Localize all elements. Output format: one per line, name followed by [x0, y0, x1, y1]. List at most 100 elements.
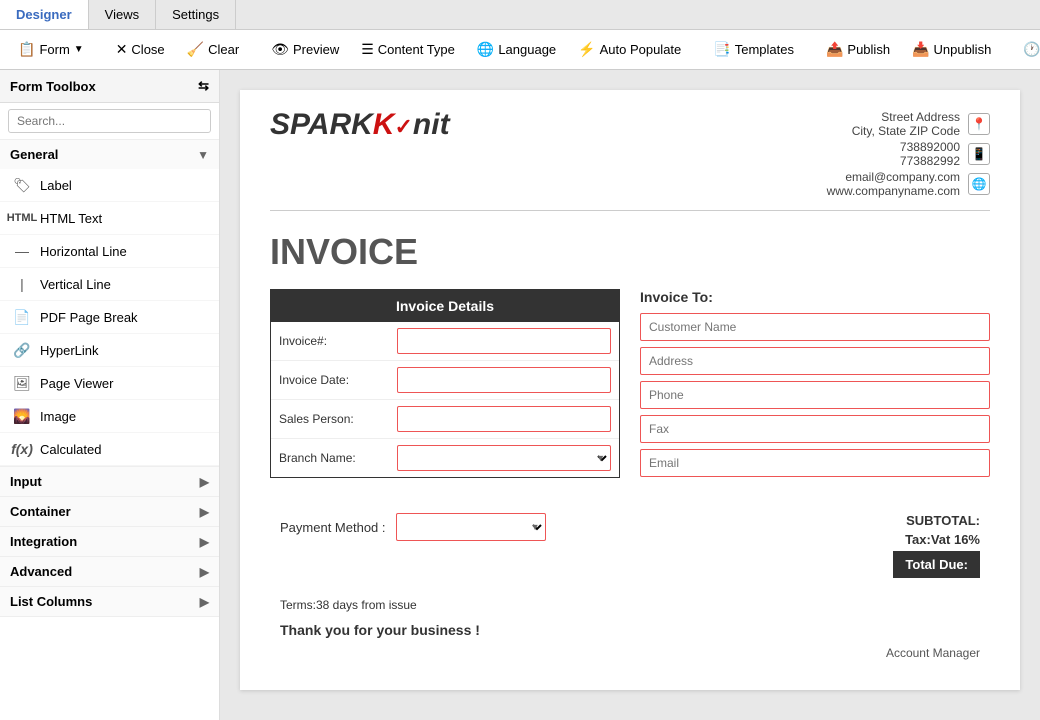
section-integration: Integration ▶: [0, 527, 219, 557]
sales-person-input[interactable]: [397, 406, 611, 432]
section-general: General ▼ 🏷 Label HTML HTML Text — Horiz…: [0, 140, 219, 467]
logo-spark-text: SPARK: [270, 108, 373, 141]
toolbar: 📋 Form ▼ ✕ Close 🧹 Clear 👁 Preview ☰ Con…: [0, 30, 1040, 70]
list-columns-chevron-icon: ▶: [200, 595, 209, 609]
history-button[interactable]: 🕐 History: [1013, 37, 1040, 62]
auto-populate-icon: ⚡: [578, 41, 595, 58]
company-contact: email@company.com www.companyname.com: [827, 170, 960, 198]
account-manager-section: Account Manager: [270, 646, 990, 660]
section-input-header[interactable]: Input ▶: [0, 467, 219, 496]
close-button[interactable]: ✕ Close: [106, 37, 175, 62]
auto-populate-button[interactable]: ⚡ Auto Populate: [568, 37, 691, 62]
section-general-header[interactable]: General ▼: [0, 140, 219, 169]
invoice-number-input[interactable]: [397, 328, 611, 354]
invoice-canvas: SPARKK✓nit Street Address City, State ZI…: [240, 90, 1020, 690]
close-icon: ✕: [116, 41, 128, 58]
logo-checkmark: ✓: [394, 114, 412, 139]
language-button[interactable]: 🌐 Language: [467, 37, 566, 62]
invoice-date-row: Invoice Date:: [271, 361, 619, 400]
sidebar-item-image[interactable]: 🌄 Image: [0, 400, 219, 433]
vertical-line-icon: |: [12, 274, 32, 294]
invoice-title: INVOICE: [270, 231, 990, 273]
label-icon: 🏷: [12, 175, 32, 195]
company-address-row: Street Address City, State ZIP Code 📍: [827, 110, 990, 138]
payment-section: Payment Method : SUBTOTAL: Tax:Vat 16% T…: [270, 513, 990, 578]
tab-bar: Designer Views Settings: [0, 0, 1040, 30]
invoice-header: SPARKK✓nit Street Address City, State ZI…: [270, 110, 990, 211]
thankyou-section: Thank you for your business !: [270, 622, 990, 638]
terms-section: Terms:38 days from issue: [270, 598, 990, 612]
templates-icon: 📑: [713, 41, 730, 58]
publish-button[interactable]: 📤 Publish: [816, 37, 900, 62]
language-icon: 🌐: [477, 41, 494, 58]
hyperlink-icon: 🔗: [12, 340, 32, 360]
sales-person-label: Sales Person:: [279, 412, 389, 426]
phone-input[interactable]: [640, 381, 990, 409]
search-input[interactable]: [8, 109, 211, 133]
sidebar-item-html-text[interactable]: HTML HTML Text: [0, 202, 219, 235]
general-items: 🏷 Label HTML HTML Text — Horizontal Line…: [0, 169, 219, 466]
tab-designer[interactable]: Designer: [0, 0, 89, 29]
toolbox-header: Form Toolbox ⇆: [0, 70, 219, 103]
section-list-columns-header[interactable]: List Columns ▶: [0, 587, 219, 616]
details-table: Invoice Details Invoice#: Invoice Date: …: [270, 289, 620, 478]
invoice-number-row: Invoice#:: [271, 322, 619, 361]
templates-button[interactable]: 📑 Templates: [703, 37, 804, 62]
payment-method-select[interactable]: [396, 513, 546, 541]
form-button[interactable]: 📋 Form ▼: [8, 37, 94, 62]
terms-text: Terms:38 days from issue: [280, 598, 417, 612]
calculated-icon: f(x): [12, 439, 32, 459]
content-type-button[interactable]: ☰ Content Type: [351, 37, 465, 62]
preview-icon: 👁: [271, 41, 289, 58]
address-input[interactable]: [640, 347, 990, 375]
sidebar-item-horizontal-line[interactable]: — Horizontal Line: [0, 235, 219, 268]
form-toolbox: Form Toolbox ⇆ General ▼ 🏷 Label HTML HT…: [0, 70, 220, 720]
branch-name-select[interactable]: [397, 445, 611, 471]
email-input[interactable]: [640, 449, 990, 477]
section-advanced: Advanced ▶: [0, 557, 219, 587]
section-list-columns: List Columns ▶: [0, 587, 219, 617]
sidebar-item-vertical-line[interactable]: | Vertical Line: [0, 268, 219, 301]
sidebar-item-page-viewer[interactable]: 🖼 Page Viewer: [0, 367, 219, 400]
section-integration-header[interactable]: Integration ▶: [0, 527, 219, 556]
container-chevron-icon: ▶: [200, 505, 209, 519]
sidebar-item-pdf-page-break[interactable]: 📄 PDF Page Break: [0, 301, 219, 334]
clear-button[interactable]: 🧹 Clear: [177, 37, 250, 62]
invoice-number-label: Invoice#:: [279, 334, 389, 348]
total-due-row: Total Due:: [893, 551, 980, 578]
logo-nit-text: nit: [413, 108, 450, 141]
pdf-page-break-icon: 📄: [12, 307, 32, 327]
page-viewer-icon: 🖼: [12, 373, 32, 393]
invoice-to-section: Invoice To:: [640, 289, 990, 483]
preview-button[interactable]: 👁 Preview: [261, 37, 349, 62]
tab-settings[interactable]: Settings: [156, 0, 236, 29]
fax-input[interactable]: [640, 415, 990, 443]
sidebar-item-hyperlink[interactable]: 🔗 HyperLink: [0, 334, 219, 367]
form-icon: 📋: [18, 41, 35, 58]
logo-area: SPARKK✓nit: [270, 110, 450, 140]
image-icon: 🌄: [12, 406, 32, 426]
unpublish-icon: 📥: [912, 41, 929, 58]
sidebar-item-label[interactable]: 🏷 Label: [0, 169, 219, 202]
section-advanced-header[interactable]: Advanced ▶: [0, 557, 219, 586]
invoice-date-label: Invoice Date:: [279, 373, 389, 387]
customer-name-input[interactable]: [640, 313, 990, 341]
history-icon: 🕐: [1023, 41, 1040, 58]
address-icon: 📍: [968, 113, 990, 135]
horizontal-line-icon: —: [12, 241, 32, 261]
toolbox-collapse-icon[interactable]: ⇆: [198, 78, 209, 94]
invoice-details-section: Invoice Details Invoice#: Invoice Date: …: [270, 289, 620, 483]
account-manager-text: Account Manager: [886, 646, 980, 660]
branch-name-select-wrapper: [397, 445, 611, 471]
tab-views[interactable]: Views: [89, 0, 156, 29]
unpublish-button[interactable]: 📥 Unpublish: [902, 37, 1001, 62]
section-container-header[interactable]: Container ▶: [0, 497, 219, 526]
content-type-icon: ☰: [361, 41, 374, 58]
payment-method-label: Payment Method :: [280, 520, 386, 535]
subtotal-row: SUBTOTAL:: [893, 513, 980, 528]
company-info: Street Address City, State ZIP Code 📍 73…: [827, 110, 990, 200]
sidebar-item-calculated[interactable]: f(x) Calculated: [0, 433, 219, 466]
tax-row: Tax:Vat 16%: [893, 532, 980, 547]
invoice-date-input[interactable]: [397, 367, 611, 393]
totals-section: SUBTOTAL: Tax:Vat 16% Total Due:: [893, 513, 980, 578]
